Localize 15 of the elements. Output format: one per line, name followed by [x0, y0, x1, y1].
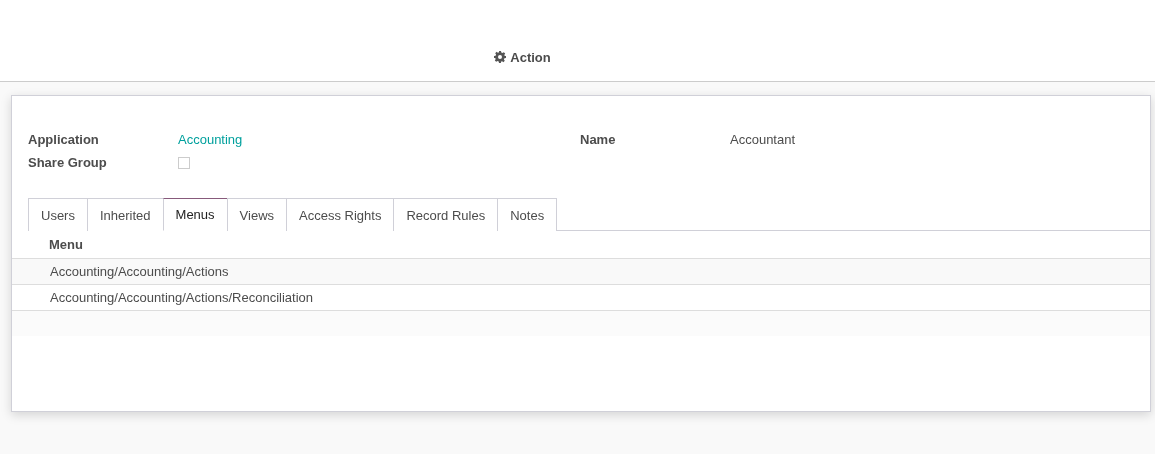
field-label: Name — [580, 132, 617, 147]
tab[interactable]: Users — [28, 198, 88, 231]
field-value: Accountant — [730, 132, 796, 147]
tab[interactable]: Menus — [162, 198, 228, 231]
tab[interactable]: Record Rules — [393, 198, 499, 231]
field-label: Application — [28, 132, 100, 147]
tab[interactable]: Inherited — [86, 198, 164, 231]
field-label: Share Group — [28, 155, 108, 170]
table-row[interactable]: Accounting/Accounting/Actions — [12, 259, 1150, 285]
tab[interactable]: Views — [226, 198, 288, 231]
gear-icon — [494, 51, 507, 63]
tab[interactable]: Notes — [497, 198, 558, 231]
tab[interactable]: Access Rights — [286, 198, 395, 231]
action-button[interactable]: Action — [490, 45, 555, 69]
checkbox[interactable] — [178, 156, 190, 169]
